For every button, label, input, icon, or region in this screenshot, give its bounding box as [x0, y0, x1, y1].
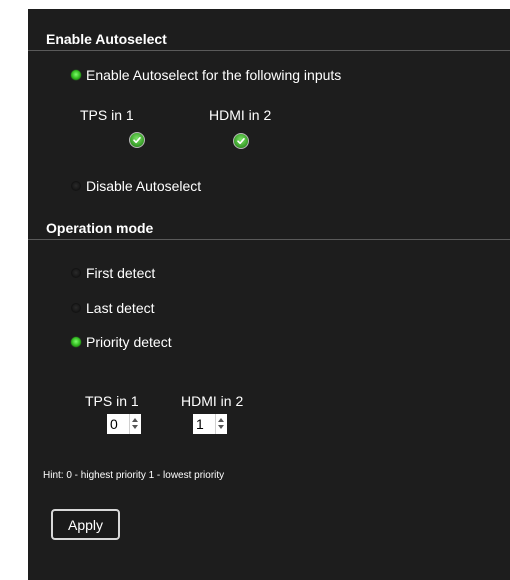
autoselect-input-label-hdmi: HDMI in 2	[209, 107, 272, 123]
radio-first-detect[interactable]: First detect	[71, 265, 155, 281]
radio-label: First detect	[86, 265, 156, 281]
section-title-enable-autoselect: Enable Autoselect	[28, 30, 510, 51]
radio-label: Disable Autoselect	[86, 178, 202, 194]
autoselect-checkbox-hdmi[interactable]	[233, 133, 249, 149]
autoselect-input-label-tps: TPS in 1	[80, 107, 134, 123]
arrow-down-icon[interactable]	[132, 425, 138, 429]
autoselect-checkbox-tps[interactable]	[129, 132, 145, 148]
arrow-down-icon[interactable]	[218, 425, 224, 429]
radio-priority-detect[interactable]: Priority detect	[71, 334, 172, 350]
section-title-operation-mode: Operation mode	[28, 219, 510, 240]
radio-enable-autoselect[interactable]: Enable Autoselect for the following inpu…	[71, 67, 341, 83]
radio-unselected-icon	[71, 303, 81, 313]
radio-disable-autoselect[interactable]: Disable Autoselect	[71, 178, 201, 194]
priority-label-hdmi: HDMI in 2	[181, 393, 244, 409]
arrow-up-icon[interactable]	[132, 418, 138, 422]
checkmark-icon	[237, 138, 245, 145]
checkmark-icon	[133, 137, 141, 144]
apply-button[interactable]: Apply	[51, 509, 120, 540]
radio-last-detect[interactable]: Last detect	[71, 300, 155, 316]
autoselect-panel: Enable Autoselect Enable Autoselect for …	[28, 9, 510, 580]
radio-label: Priority detect	[86, 334, 172, 350]
radio-unselected-icon	[71, 268, 81, 278]
radio-unselected-icon	[71, 181, 81, 191]
radio-selected-icon	[71, 337, 81, 347]
priority-stepper-hdmi[interactable]: 1	[193, 414, 227, 434]
priority-value-tps[interactable]: 0	[107, 414, 129, 434]
priority-stepper-tps[interactable]: 0	[107, 414, 141, 434]
radio-label: Last detect	[86, 300, 155, 316]
up-down-arrows-icon[interactable]	[215, 414, 227, 434]
priority-value-hdmi[interactable]: 1	[193, 414, 215, 434]
priority-label-tps: TPS in 1	[85, 393, 139, 409]
radio-selected-icon	[71, 70, 81, 80]
priority-hint: Hint: 0 - highest priority 1 - lowest pr…	[43, 470, 225, 481]
radio-label: Enable Autoselect for the following inpu…	[86, 67, 342, 83]
up-down-arrows-icon[interactable]	[129, 414, 141, 434]
arrow-up-icon[interactable]	[218, 418, 224, 422]
